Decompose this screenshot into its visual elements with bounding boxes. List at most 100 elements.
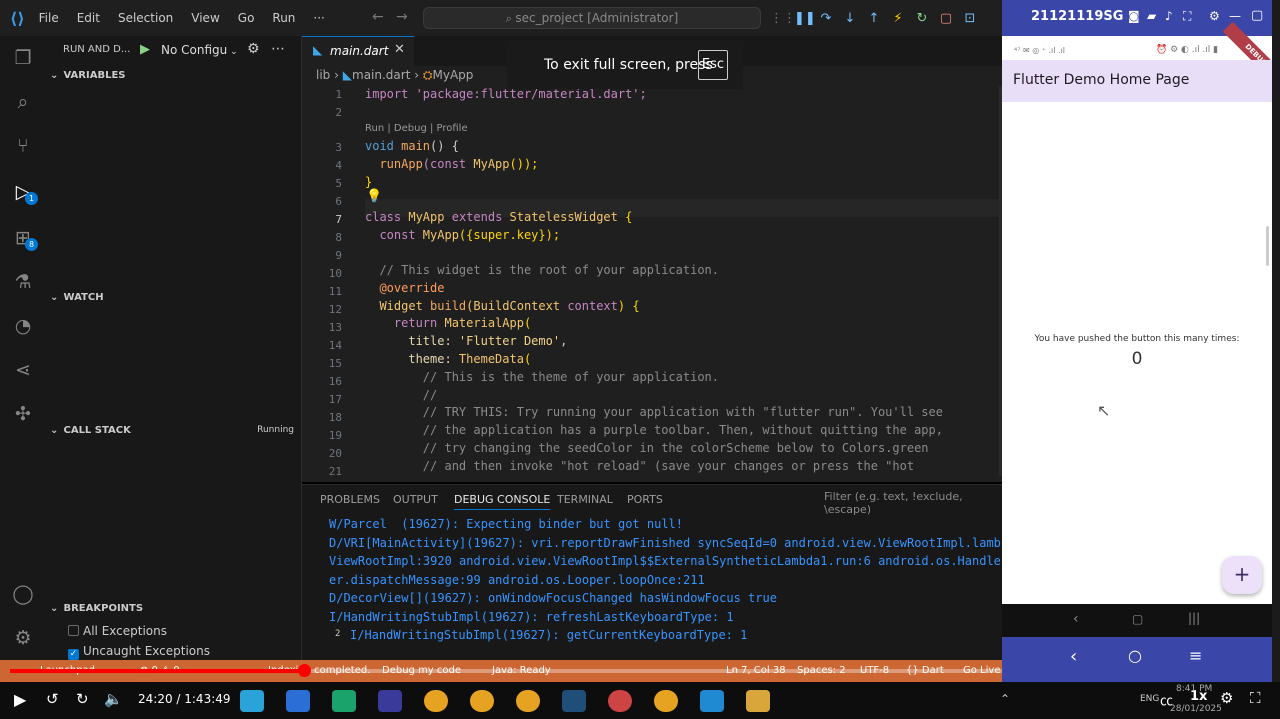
code-line: const MyApp({super.key}); xyxy=(365,228,561,242)
tab-output[interactable]: OUTPUT xyxy=(393,493,438,506)
pycharm-icon[interactable] xyxy=(332,690,356,712)
breadcrumb-symbol[interactable]: MyApp xyxy=(432,68,473,82)
menu-file[interactable]: File xyxy=(39,11,59,25)
search-icon[interactable]: ⌕ xyxy=(9,88,37,116)
chrome-profile-icon[interactable] xyxy=(470,690,494,712)
increment-fab[interactable]: + xyxy=(1222,556,1262,594)
tab-problems[interactable]: PROBLEMS xyxy=(320,493,380,506)
step-out-icon[interactable]: ↑ xyxy=(866,11,882,26)
forward-10-icon[interactable]: ↻ xyxy=(76,690,89,708)
emulator-menu-icon[interactable]: ≡ xyxy=(1189,646,1202,665)
back-arrow-icon[interactable]: ← xyxy=(372,9,384,25)
app-store-icon[interactable] xyxy=(286,690,310,712)
rewind-10-icon[interactable]: ↺ xyxy=(46,690,59,708)
flutter-icon[interactable]: ⋖ xyxy=(9,356,37,384)
tab-debug-console[interactable]: DEBUG CONSOLE xyxy=(454,493,551,510)
account-icon[interactable]: ◯ xyxy=(9,580,37,608)
file-explorer-icon[interactable] xyxy=(746,690,770,712)
menu-more[interactable]: ··· xyxy=(313,11,324,25)
git-graph-icon[interactable]: ◔ xyxy=(9,312,37,340)
tray-chevron-icon[interactable]: ⌃ xyxy=(1000,692,1010,706)
start-debugging-icon[interactable]: ▶ xyxy=(140,42,150,57)
restart-icon[interactable]: ↻ xyxy=(914,11,930,26)
source-control-icon[interactable]: ⑂ xyxy=(9,132,37,160)
minimize-icon[interactable]: — xyxy=(1229,9,1241,23)
app-window-icon[interactable] xyxy=(562,690,586,712)
stop-icon[interactable]: ▢ xyxy=(938,11,954,26)
code-line: // This widget is the root of your appli… xyxy=(365,263,720,277)
debug-toolbar: ⋮⋮ ❚❚ ↷ ↓ ↑ ⚡ ↻ ▢ ⊡ xyxy=(770,8,980,28)
language-indicator[interactable]: ENG xyxy=(1140,694,1159,704)
chrome-profile-2-icon[interactable] xyxy=(516,690,540,712)
breadcrumb-sep-icon: › xyxy=(414,68,420,82)
variables-title: VARIABLES xyxy=(63,70,126,81)
audio-icon[interactable]: ♪ xyxy=(1165,9,1173,23)
more-actions-icon[interactable]: ⋯ xyxy=(271,41,285,57)
todo-icon[interactable] xyxy=(378,690,402,712)
maximize-icon[interactable]: ▢ xyxy=(1251,8,1263,23)
testing-icon[interactable]: ⚗ xyxy=(9,268,37,296)
video-settings-gear-icon[interactable]: ⚙ xyxy=(1220,689,1233,707)
menu-view[interactable]: View xyxy=(191,11,219,25)
record-icon[interactable]: ▰ xyxy=(1147,9,1156,23)
menu-go[interactable]: Go xyxy=(238,11,255,25)
fullscreen-icon[interactable]: ⛶ xyxy=(1183,9,1191,24)
line-number: 13 xyxy=(328,321,342,334)
chrome-profile-3-icon[interactable] xyxy=(654,690,678,712)
emulator-back-icon[interactable]: ‹ xyxy=(1070,646,1077,667)
watch-title: WATCH xyxy=(63,292,104,303)
hot-reload-icon[interactable]: ⚡ xyxy=(890,11,906,26)
watch-section-header[interactable]: ⌄ WATCH xyxy=(50,292,104,303)
console-filter-input[interactable]: Filter (e.g. text, !exclude, \escape) xyxy=(824,490,994,516)
telegram-icon[interactable] xyxy=(240,690,264,712)
pause-icon[interactable]: ❚❚ xyxy=(794,11,816,26)
menu-run[interactable]: Run xyxy=(272,11,295,25)
emulator-home-icon[interactable]: ○ xyxy=(1128,646,1142,665)
recorder-icon[interactable] xyxy=(608,690,632,712)
step-over-icon[interactable]: ↷ xyxy=(818,11,834,26)
phone-home-icon[interactable]: ▢ xyxy=(1132,612,1143,626)
codelens-actions[interactable]: Run | Debug | Profile xyxy=(365,123,468,134)
call-stack-section-header[interactable]: ⌄ CALL STACK Running xyxy=(50,425,294,436)
bp-uncaught-exceptions[interactable]: ✓ Uncaught Exceptions xyxy=(68,644,210,660)
command-center-search[interactable]: ⌕ sec_project [Administrator] xyxy=(423,7,761,29)
chevron-down-icon: ⌄ xyxy=(50,292,59,303)
variables-section-header[interactable]: ⌄ VARIABLES xyxy=(50,70,125,81)
drag-handle-icon[interactable]: ⋮⋮ xyxy=(770,11,796,26)
breadcrumb-lib[interactable]: lib xyxy=(316,68,330,82)
menu-edit[interactable]: Edit xyxy=(77,11,100,25)
breadcrumb-file[interactable]: main.dart xyxy=(352,68,410,82)
launch-settings-gear-icon[interactable]: ⚙ xyxy=(247,41,260,57)
breakpoints-section-header[interactable]: ⌄ BREAKPOINTS xyxy=(50,603,143,614)
explorer-icon[interactable]: ❐ xyxy=(9,44,37,72)
chrome-icon[interactable] xyxy=(424,690,448,712)
vscode-taskbar-icon[interactable] xyxy=(700,690,724,712)
forward-arrow-icon[interactable]: → xyxy=(396,9,408,25)
video-scrubber-handle[interactable] xyxy=(297,664,311,677)
line-number: 14 xyxy=(328,339,342,352)
phone-recents-icon[interactable]: ||| xyxy=(1188,611,1200,625)
launch-config-select[interactable]: No Configu ⌄ xyxy=(161,43,238,57)
screenshot-icon[interactable]: ◙ xyxy=(1128,9,1140,23)
tab-ports[interactable]: PORTS xyxy=(627,493,663,506)
menu-selection[interactable]: Selection xyxy=(118,11,173,25)
launch-config-value: No Configu xyxy=(161,43,228,57)
settings-gear-icon[interactable]: ⚙ xyxy=(9,624,37,652)
phone-back-icon[interactable]: ‹ xyxy=(1073,611,1079,627)
code-line: } xyxy=(365,175,373,189)
emulator-settings-gear-icon[interactable]: ⚙ xyxy=(1209,9,1220,23)
devtools-icon[interactable]: ⊡ xyxy=(962,11,978,26)
bp-all-exceptions[interactable]: All Exceptions xyxy=(68,624,167,638)
tab-main-dart[interactable]: ◣ main.dart ✕ xyxy=(302,36,414,66)
fullscreen-exit-icon[interactable]: ⛶ xyxy=(1250,689,1261,707)
extensions-badge: 8 xyxy=(25,238,38,251)
lightbulb-icon[interactable]: 💡 xyxy=(366,189,382,204)
python-icon[interactable]: ✣ xyxy=(9,400,37,428)
tab-terminal[interactable]: TERMINAL xyxy=(557,493,613,506)
checkbox-checked[interactable]: ✓ xyxy=(68,649,79,660)
play-icon[interactable]: ▶ xyxy=(14,690,26,709)
volume-icon[interactable]: 🔈 xyxy=(104,690,123,708)
step-into-icon[interactable]: ↓ xyxy=(842,11,858,26)
close-icon[interactable]: ✕ xyxy=(394,42,405,57)
checkbox-unchecked[interactable] xyxy=(68,625,79,636)
